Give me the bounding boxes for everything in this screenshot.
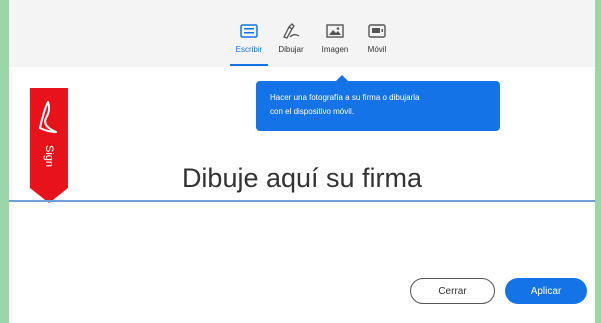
tooltip-text-line2: con el dispositivo móvil. bbox=[270, 107, 355, 116]
tab-draw-label: Dibujar bbox=[278, 45, 304, 54]
tab-type-label: Escribir bbox=[235, 45, 263, 54]
tab-image[interactable]: Imagen bbox=[318, 20, 352, 64]
tab-type[interactable]: Escribir bbox=[230, 20, 268, 66]
signature-dialog: Escribir Dibujar Imagen Móvil Hacer una … bbox=[9, 0, 595, 323]
active-tab-indicator bbox=[230, 64, 268, 66]
tab-mobile[interactable]: Móvil bbox=[362, 20, 392, 64]
apply-button[interactable]: Aplicar bbox=[505, 278, 587, 304]
tooltip-text-line1: Hacer una fotografía a su firma o dibuja… bbox=[270, 93, 420, 102]
tab-image-label: Imagen bbox=[321, 45, 349, 54]
mobile-icon bbox=[368, 20, 386, 42]
tab-draw[interactable]: Dibujar bbox=[274, 20, 308, 64]
signature-placeholder: Dibuje aquí su firma bbox=[181, 163, 423, 193]
cancel-button[interactable]: Cerrar bbox=[410, 278, 495, 304]
image-icon bbox=[326, 20, 344, 42]
pen-icon bbox=[281, 20, 301, 42]
keyboard-icon bbox=[240, 20, 258, 42]
mobile-tooltip: Hacer una fotografía a su firma o dibuja… bbox=[256, 75, 500, 131]
signature-line bbox=[9, 200, 595, 202]
tab-mobile-label: Móvil bbox=[367, 45, 387, 54]
signature-method-toolbar: Escribir Dibujar Imagen Móvil bbox=[9, 0, 595, 67]
